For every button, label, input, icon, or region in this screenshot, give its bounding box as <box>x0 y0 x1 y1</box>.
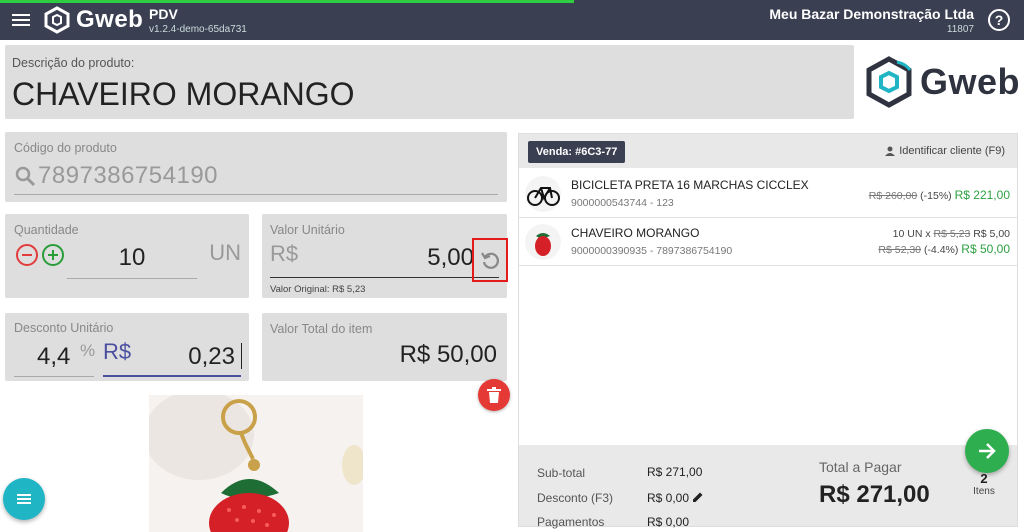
item-unit-price: R$ 5,00 <box>973 228 1010 240</box>
original-value: Valor Original: R$ 5,23 <box>270 284 366 295</box>
top-bar: Gweb PDV v1.2.4-demo-65da731 Meu Bazar D… <box>0 0 1024 40</box>
product-image <box>149 395 363 532</box>
to-pay-value: R$ 271,00 <box>819 481 930 508</box>
item-price: R$ 260,00 (-15%) R$ 221,00 <box>869 188 1010 202</box>
discount-label: Desconto Unitário <box>14 321 114 335</box>
delete-item-button[interactable] <box>478 379 510 411</box>
subtotal-label: Sub-total <box>537 466 586 480</box>
strawberry-keychain-illustration <box>149 395 363 532</box>
product-code-panel[interactable]: Código do produto 7897386754190 <box>5 132 507 202</box>
quantity-label: Quantidade <box>14 223 79 237</box>
item-total-panel: Valor Total do item R$ 50,00 <box>262 313 507 381</box>
product-code-label: Código do produto <box>14 141 117 155</box>
product-description: CHAVEIRO MORANGO <box>12 76 355 112</box>
bicycle-icon <box>527 187 560 206</box>
sale-item-row[interactable]: CHAVEIRO MORANGO 9000000390935 - 7897386… <box>519 218 1017 266</box>
input-underline <box>270 277 499 278</box>
discount-total-amount: R$ 0,00 <box>647 491 690 505</box>
quantity-unit: UN <box>209 240 241 265</box>
item-original-price: R$ 260,00 <box>868 190 918 202</box>
item-original-unit-price: R$ 5,23 <box>933 228 971 240</box>
item-thumbnail <box>525 224 561 260</box>
item-unit-line: 10 UN x R$ 5,23 R$ 5,00 <box>893 228 1010 240</box>
arrow-right-icon <box>979 443 996 459</box>
plus-icon[interactable] <box>42 244 64 266</box>
product-description-panel: Descrição do produto: CHAVEIRO MORANGO <box>5 45 854 119</box>
search-icon <box>15 166 36 187</box>
gweb-logo-icon <box>866 56 912 108</box>
payments-label: Pagamentos <box>537 515 605 529</box>
loading-progress-line <box>0 0 574 3</box>
sale-footer: Sub-total R$ 271,00 Desconto (F3) R$ 0,0… <box>519 445 1017 529</box>
proceed-button[interactable] <box>965 429 1009 473</box>
item-thumbnail <box>525 176 561 212</box>
sale-badge: Venda: #6C3-77 <box>528 141 626 163</box>
product-code-input[interactable]: 7897386754190 <box>38 162 218 190</box>
app-version: v1.2.4-demo-65da731 <box>149 24 247 35</box>
items-count: 2 <box>980 471 988 486</box>
help-icon[interactable]: ? <box>988 9 1010 31</box>
menu-icon[interactable] <box>3 478 45 520</box>
discount-currency: R$ <box>103 339 132 364</box>
unit-value-label: Valor Unitário <box>270 223 345 237</box>
description-label: Descrição do produto: <box>12 56 135 70</box>
items-label: Itens <box>973 486 995 497</box>
item-quantity: 10 UN x <box>892 228 931 240</box>
brand-name-large: Gweb <box>919 61 1020 102</box>
sale-header: Venda: #6C3-77 Identificar cliente (F9) <box>519 134 1017 168</box>
item-code: 9000000543744 - 123 <box>571 197 674 209</box>
item-price: R$ 52,30 (-4.4%) R$ 50,00 <box>878 242 1010 256</box>
percent-symbol: % <box>80 341 96 360</box>
brand-logo: Gweb <box>44 6 143 34</box>
person-icon <box>885 146 896 156</box>
discount-panel: Desconto Unitário 4,4 % R$ 0,23 <box>5 313 249 381</box>
item-total-label: Valor Total do item <box>270 322 373 336</box>
reset-price-button[interactable] <box>472 238 508 282</box>
discount-total-label: Desconto (F3) <box>537 491 614 505</box>
company-code: 11807 <box>946 24 974 35</box>
gweb-logo-icon <box>44 6 70 34</box>
input-underline <box>14 376 94 377</box>
company-name: Meu Bazar Demonstração Ltda <box>769 6 974 22</box>
to-pay-label: Total a Pagar <box>819 459 902 475</box>
input-underline-focused <box>103 375 241 377</box>
trash-icon <box>487 387 501 403</box>
reset-icon <box>481 252 499 269</box>
pencil-icon[interactable] <box>692 491 704 503</box>
minus-icon[interactable] <box>16 244 38 266</box>
brand-name: Gweb <box>76 6 144 33</box>
strawberry-icon <box>535 233 551 256</box>
input-underline <box>14 194 498 195</box>
subtotal-value: R$ 271,00 <box>647 465 703 479</box>
hamburger-icon[interactable] <box>12 11 30 29</box>
item-discount-percent: (-15%) <box>920 190 952 202</box>
item-code: 9000000390935 - 7897386754190 <box>571 245 733 257</box>
sale-panel: Venda: #6C3-77 Identificar cliente (F9) … <box>518 133 1018 529</box>
item-original-price: R$ 52,30 <box>878 244 922 256</box>
item-name: CHAVEIRO MORANGO <box>571 226 700 240</box>
input-underline <box>67 278 197 279</box>
unit-value-panel: Valor Unitário R$ 5,00 Valor Original: R… <box>262 214 507 298</box>
quantity-panel: Quantidade 10 UN <box>5 214 249 298</box>
discount-total-value[interactable]: R$ 0,00 <box>647 491 704 505</box>
identify-client-label: Identificar cliente (F9) <box>899 145 1005 157</box>
unit-value-input[interactable]: 5,00 <box>427 244 474 272</box>
app-title: PDV <box>149 6 178 22</box>
app-info: PDV v1.2.4-demo-65da731 <box>149 6 247 35</box>
brand-logo-large: Gweb <box>864 56 1020 108</box>
payments-value: R$ 0,00 <box>647 515 690 529</box>
identify-client-button[interactable]: Identificar cliente (F9) <box>885 145 1005 157</box>
item-discount-percent: (-4.4%) <box>923 244 959 256</box>
discount-percent-input[interactable]: 4,4 <box>37 343 70 371</box>
discount-value-input[interactable]: 0,23 <box>188 343 235 371</box>
item-final-price: R$ 221,00 <box>954 188 1010 202</box>
quantity-input[interactable]: 10 <box>67 244 197 272</box>
unit-value-currency: R$ <box>270 241 299 266</box>
sale-item-row[interactable]: BICICLETA PRETA 16 MARCHAS CICCLEX 90000… <box>519 170 1017 218</box>
item-final-price: R$ 50,00 <box>961 242 1010 256</box>
item-name: BICICLETA PRETA 16 MARCHAS CICCLEX <box>571 178 809 192</box>
text-caret <box>241 343 242 369</box>
item-total-value: R$ 50,00 <box>399 341 497 368</box>
company-info: Meu Bazar Demonstração Ltda 11807 <box>769 6 974 35</box>
